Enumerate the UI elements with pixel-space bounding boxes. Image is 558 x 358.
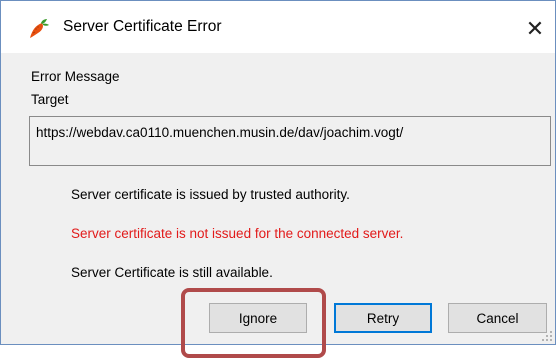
ignore-button[interactable]: Ignore	[209, 303, 307, 333]
close-icon: ✕	[525, 16, 545, 41]
target-field[interactable]: https://webdav.ca0110.muenchen.musin.de/…	[29, 116, 551, 166]
cancel-button[interactable]: Cancel	[448, 303, 547, 333]
target-url: https://webdav.ca0110.muenchen.musin.de/…	[36, 125, 404, 140]
trusted-authority-message: Server certificate is issued by trusted …	[71, 187, 350, 202]
not-issued-for-server-message: Server certificate is not issued for the…	[71, 226, 404, 241]
window-title: Server Certificate Error	[63, 18, 222, 35]
error-message-label: Error Message	[31, 69, 120, 84]
close-button[interactable]: ✕	[515, 11, 555, 47]
server-certificate-error-dialog: Server Certificate Error ✕ Error Message…	[0, 0, 556, 358]
carrot-icon	[30, 19, 49, 38]
certificate-available-message: Server Certificate is still available.	[71, 265, 273, 280]
title-bar: Server Certificate Error ✕	[1, 1, 555, 53]
target-label: Target	[31, 92, 69, 107]
resize-grip-icon[interactable]	[541, 330, 553, 342]
retry-button[interactable]: Retry	[334, 303, 432, 333]
